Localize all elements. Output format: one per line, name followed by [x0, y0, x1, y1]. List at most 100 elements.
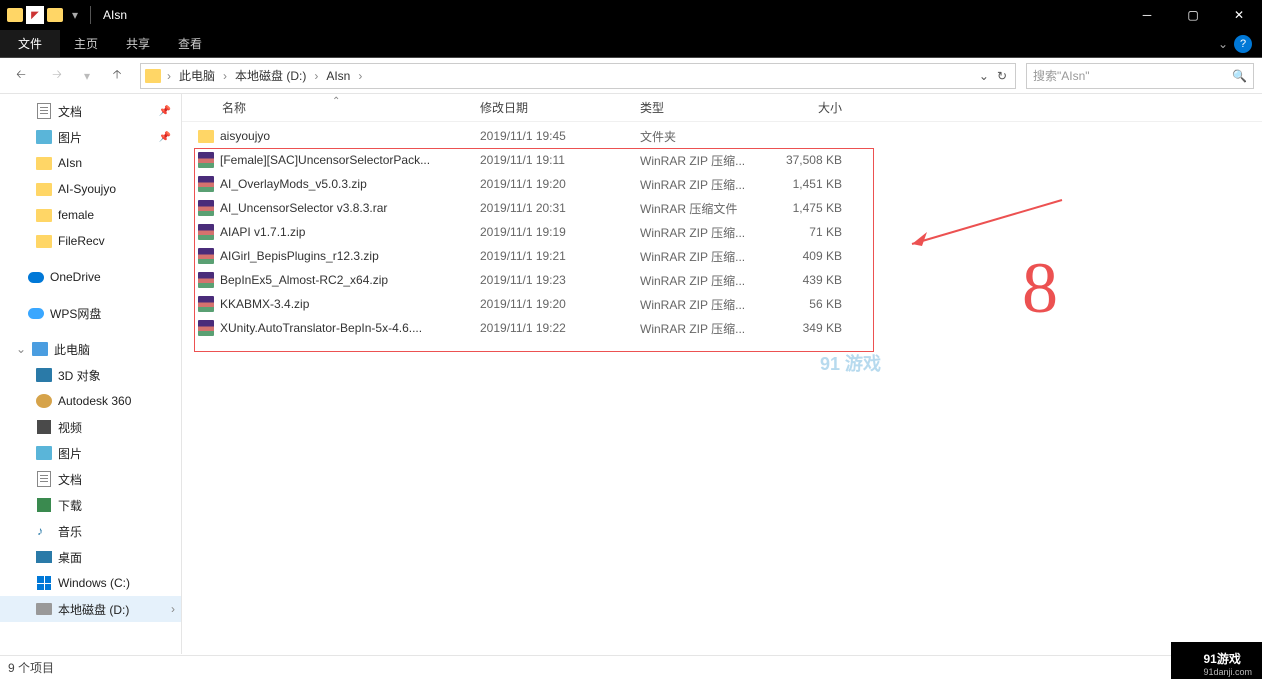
drive-icon	[36, 601, 52, 617]
sidebar-quick-item[interactable]: female	[0, 202, 181, 228]
sidebar-item-label: 视频	[58, 419, 82, 436]
sidebar-quick-item[interactable]: FileRecv	[0, 228, 181, 254]
file-row[interactable]: KKABMX-3.4.zip2019/11/1 19:20WinRAR ZIP …	[182, 292, 1262, 316]
search-icon[interactable]: 🔍	[1232, 69, 1247, 83]
chevron-right-icon[interactable]: ›	[356, 69, 364, 83]
chevron-right-icon[interactable]: ›	[221, 69, 229, 83]
quick-icon-1[interactable]: ◤	[26, 6, 44, 24]
sidebar-quick-item[interactable]: 文档 📌	[0, 98, 181, 124]
sidebar-quick-item[interactable]: 图片📌	[0, 124, 181, 150]
titlebar: ◤ ▾ AIsn ─ ▢ ✕	[0, 0, 1262, 30]
file-name: AIAPI v1.7.1.zip	[220, 225, 305, 239]
archive-icon	[198, 176, 214, 192]
desk-icon	[36, 549, 52, 565]
file-row[interactable]: AIGirl_BepisPlugins_r12.3.zip2019/11/1 1…	[182, 244, 1262, 268]
file-type: WinRAR ZIP 压缩...	[632, 272, 772, 289]
win-icon	[36, 575, 52, 591]
sidebar-pc-item[interactable]: ♪音乐	[0, 518, 181, 544]
file-name: AI_UncensorSelector v3.8.3.rar	[220, 201, 387, 215]
sidebar-wps[interactable]: WPS网盘	[0, 300, 181, 326]
3d-icon	[36, 367, 52, 383]
file-type: WinRAR ZIP 压缩...	[632, 224, 772, 241]
tab-home[interactable]: 主页	[60, 30, 112, 57]
sidebar-item-label: 下载	[58, 497, 82, 514]
refresh-icon[interactable]: ↻	[997, 69, 1007, 83]
file-row[interactable]: AI_OverlayMods_v5.0.3.zip2019/11/1 19:20…	[182, 172, 1262, 196]
sidebar-pc-item[interactable]: Windows (C:)	[0, 570, 181, 596]
file-name: [Female][SAC]UncensorSelectorPack...	[220, 153, 430, 167]
search-box[interactable]: 搜索"AIsn" 🔍	[1026, 63, 1254, 89]
sidebar-pc-item[interactable]: Autodesk 360	[0, 388, 181, 414]
forward-button[interactable]: 🡢	[44, 63, 70, 89]
file-size: 56 KB	[772, 297, 852, 311]
status-text: 9 个项目	[8, 659, 54, 676]
sidebar-pc-item[interactable]: 桌面	[0, 544, 181, 570]
sidebar-item-label: 3D 对象	[58, 367, 101, 384]
folder-icon	[198, 130, 214, 143]
sort-indicator-icon: ⌃	[332, 96, 340, 107]
pin-icon: 📌	[159, 106, 171, 117]
file-tab[interactable]: 文件	[0, 30, 60, 57]
tab-share[interactable]: 共享	[112, 30, 164, 57]
chevron-right-icon[interactable]: ›	[312, 69, 320, 83]
doc-icon	[36, 103, 52, 119]
search-placeholder: 搜索"AIsn"	[1033, 67, 1090, 84]
file-row[interactable]: BepInEx5_Almost-RC2_x64.zip2019/11/1 19:…	[182, 268, 1262, 292]
address-dropdown-icon[interactable]: ⌄	[979, 69, 989, 83]
file-row[interactable]: [Female][SAC]UncensorSelectorPack...2019…	[182, 148, 1262, 172]
quick-icon-2[interactable]	[46, 6, 64, 24]
sidebar-item-label: 文档	[58, 103, 82, 120]
file-list: aisyoujyo2019/11/1 19:45文件夹[Female][SAC]…	[182, 122, 1262, 340]
file-row[interactable]: aisyoujyo2019/11/1 19:45文件夹	[182, 124, 1262, 148]
sidebar-onedrive[interactable]: OneDrive	[0, 264, 181, 290]
sidebar-quick-item[interactable]: AIsn	[0, 150, 181, 176]
sidebar-pc-item[interactable]: 文档	[0, 466, 181, 492]
history-dropdown[interactable]: ▾	[80, 63, 94, 89]
file-type: WinRAR ZIP 压缩...	[632, 296, 772, 313]
video-icon	[36, 419, 52, 435]
file-row[interactable]: AI_UncensorSelector v3.8.3.rar2019/11/1 …	[182, 196, 1262, 220]
file-size: 1,475 KB	[772, 201, 852, 215]
sidebar-pc-item[interactable]: 本地磁盘 (D:)›	[0, 596, 181, 622]
file-size: 439 KB	[772, 273, 852, 287]
sidebar-pc-item[interactable]: 图片	[0, 440, 181, 466]
sidebar-pc-item[interactable]: 3D 对象	[0, 362, 181, 388]
sidebar-quick-item[interactable]: AI-Syoujyo	[0, 176, 181, 202]
maximize-button[interactable]: ▢	[1170, 0, 1216, 30]
breadcrumb-drive[interactable]: 本地磁盘 (D:)	[233, 67, 308, 84]
address-bar[interactable]: › 此电脑 › 本地磁盘 (D:) › AIsn › ⌄ ↻	[140, 63, 1016, 89]
folder-icon	[36, 181, 52, 197]
col-date[interactable]: 修改日期	[472, 99, 632, 116]
col-type[interactable]: 类型	[632, 99, 772, 116]
file-name: BepInEx5_Almost-RC2_x64.zip	[220, 273, 388, 287]
file-size: 1,451 KB	[772, 177, 852, 191]
file-row[interactable]: AIAPI v1.7.1.zip 2019/11/1 19:19WinRAR ZI…	[182, 220, 1262, 244]
minimize-button[interactable]: ─	[1124, 0, 1170, 30]
breadcrumb-thispc[interactable]: 此电脑	[177, 67, 217, 84]
up-button[interactable]: 🡡	[104, 63, 130, 89]
col-size[interactable]: 大小	[772, 99, 852, 116]
file-size: 71 KB	[772, 225, 852, 239]
back-button[interactable]: 🡠	[8, 63, 34, 89]
sidebar-pc-item[interactable]: 视频	[0, 414, 181, 440]
help-icon[interactable]: ?	[1234, 35, 1252, 53]
file-date: 2019/11/1 19:19	[472, 225, 632, 239]
sidebar-item-label: female	[58, 208, 94, 222]
file-type: WinRAR ZIP 压缩...	[632, 320, 772, 337]
file-type: WinRAR 压缩文件	[632, 200, 772, 217]
close-button[interactable]: ✕	[1216, 0, 1262, 30]
file-date: 2019/11/1 19:20	[472, 177, 632, 191]
tab-view[interactable]: 查看	[164, 30, 216, 57]
chevron-right-icon: ›	[171, 602, 175, 616]
sidebar-thispc[interactable]: ⌄此电脑	[0, 336, 181, 362]
qat-dropdown[interactable]: ▾	[66, 6, 84, 24]
file-row[interactable]: XUnity.AutoTranslator-BepIn-5x-4.6....20…	[182, 316, 1262, 340]
col-name[interactable]: 名称⌃	[182, 99, 472, 116]
chevron-right-icon[interactable]: ›	[165, 69, 173, 83]
sidebar-pc-item[interactable]: 下载	[0, 492, 181, 518]
breadcrumb-folder[interactable]: AIsn	[324, 69, 352, 83]
pic-icon	[36, 129, 52, 145]
watermark-logo: 91游戏 91danji.com	[1171, 642, 1262, 679]
archive-icon	[198, 200, 214, 216]
ribbon-expand-icon[interactable]: ⌄	[1218, 37, 1228, 51]
